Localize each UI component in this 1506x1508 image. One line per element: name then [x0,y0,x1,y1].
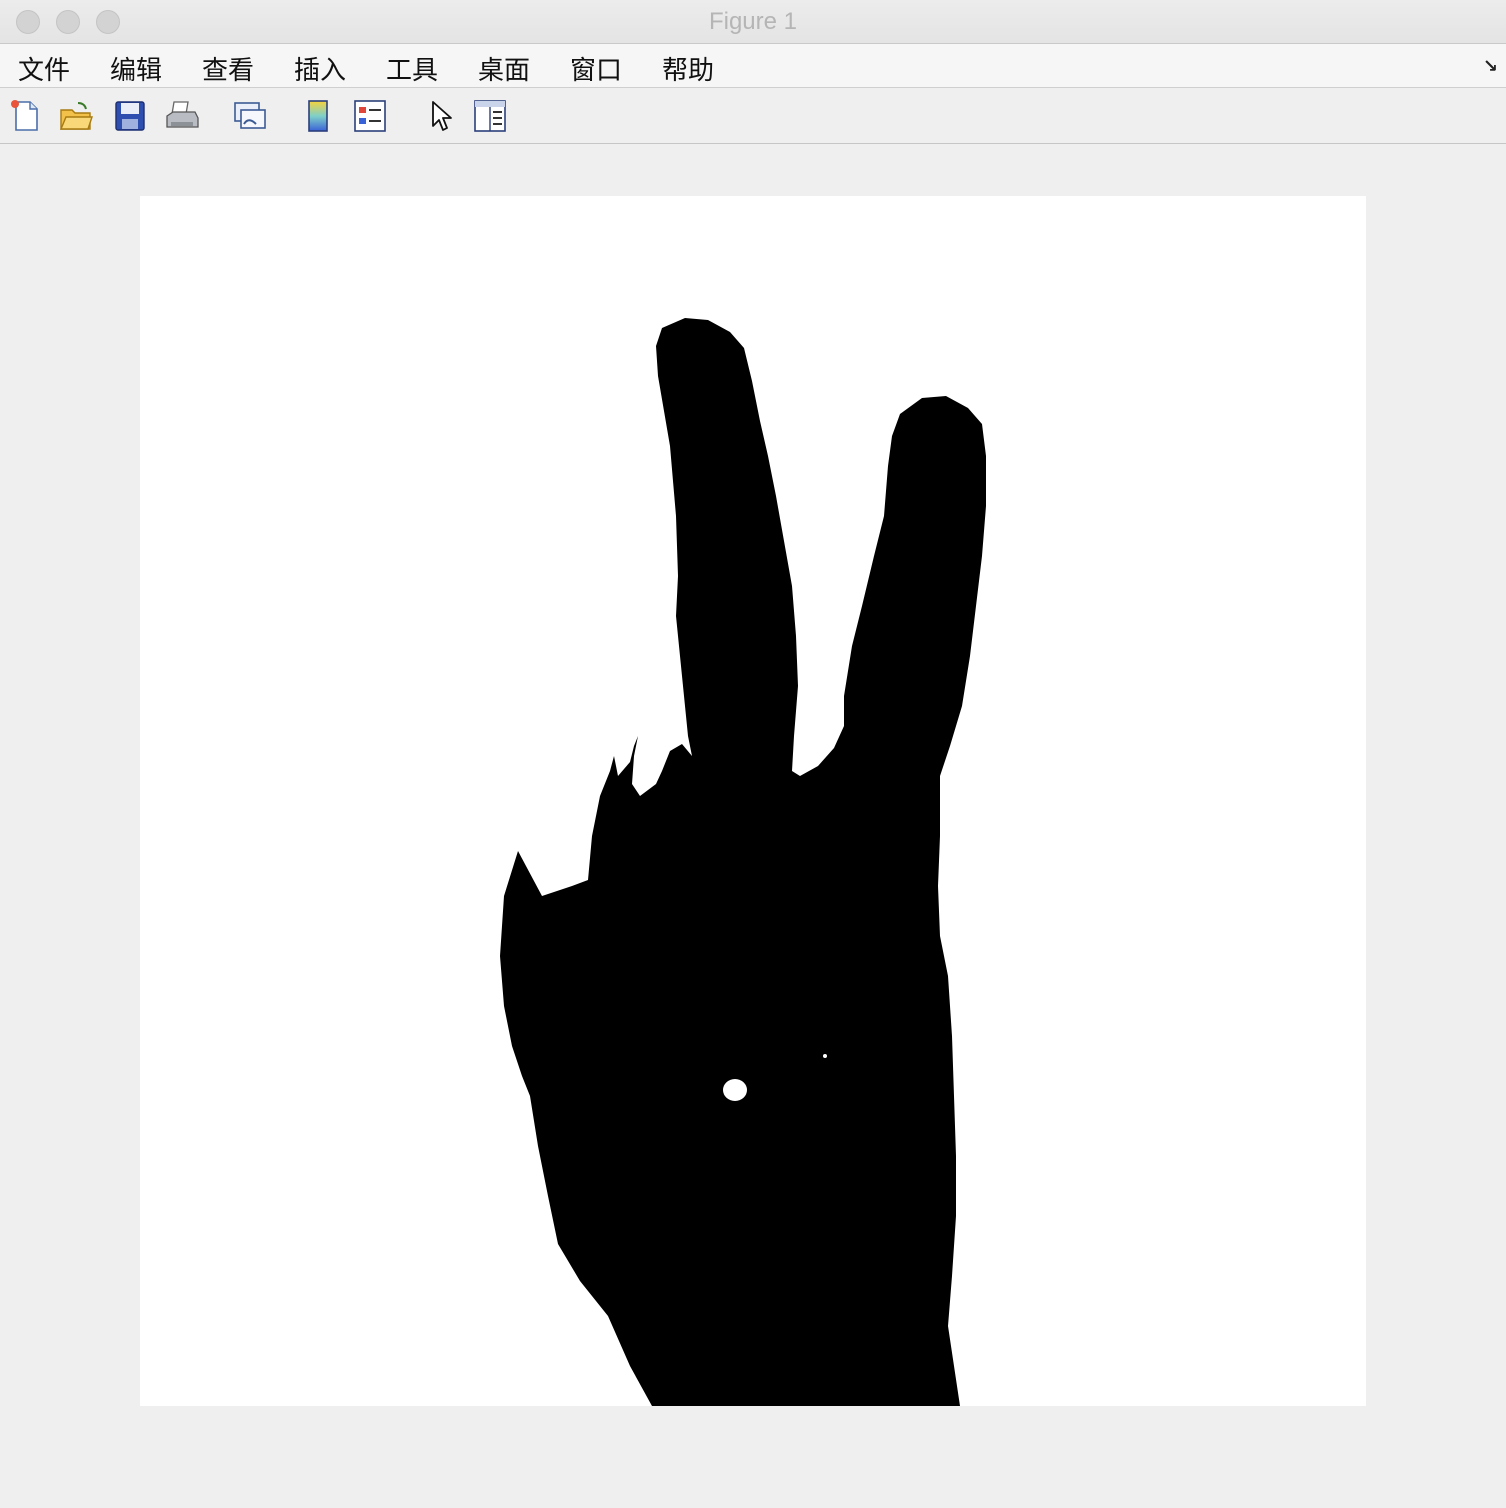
new-figure-icon [11,100,38,131]
link-plot-icon [234,102,266,129]
insert-legend-button[interactable] [352,98,388,134]
property-editor-button[interactable] [472,98,508,134]
save-button[interactable] [112,98,148,134]
colorbar-icon [308,100,328,132]
menu-help[interactable]: 帮助 [662,50,714,87]
pointer-icon [432,101,452,131]
palm-hole [723,1079,747,1101]
figure-axes[interactable] [140,196,1366,1406]
open-file-icon [59,102,93,130]
figure-toolbar [0,88,1506,144]
print-icon [166,101,199,128]
property-editor-icon [474,100,506,132]
palm-speck [823,1054,827,1058]
menu-view[interactable]: 查看 [202,50,254,87]
menu-edit[interactable]: 编辑 [110,50,162,87]
link-plot-button[interactable] [232,98,268,134]
save-icon [115,101,145,131]
edit-plot-button[interactable] [422,98,458,134]
menu-file[interactable]: 文件 [18,50,70,87]
hand-silhouette [500,318,986,1406]
print-button[interactable] [164,98,200,134]
window-titlebar: Figure 1 [0,0,1506,44]
new-figure-button[interactable] [8,98,44,134]
menu-tools[interactable]: 工具 [386,50,438,87]
menu-window[interactable]: 窗口 [570,50,622,87]
window-title: Figure 1 [708,8,798,35]
binary-hand-image [500,318,986,1406]
insert-colorbar-button[interactable] [300,98,336,134]
menu-insert[interactable]: 插入 [294,50,346,87]
legend-icon [354,100,386,132]
open-file-button[interactable] [58,98,94,134]
dock-figure-icon[interactable]: ↘ [1483,56,1498,77]
menu-desktop[interactable]: 桌面 [478,50,530,87]
menu-bar: 文件 编辑 查看 插入 工具 桌面 窗口 帮助 ↘ [0,44,1506,88]
